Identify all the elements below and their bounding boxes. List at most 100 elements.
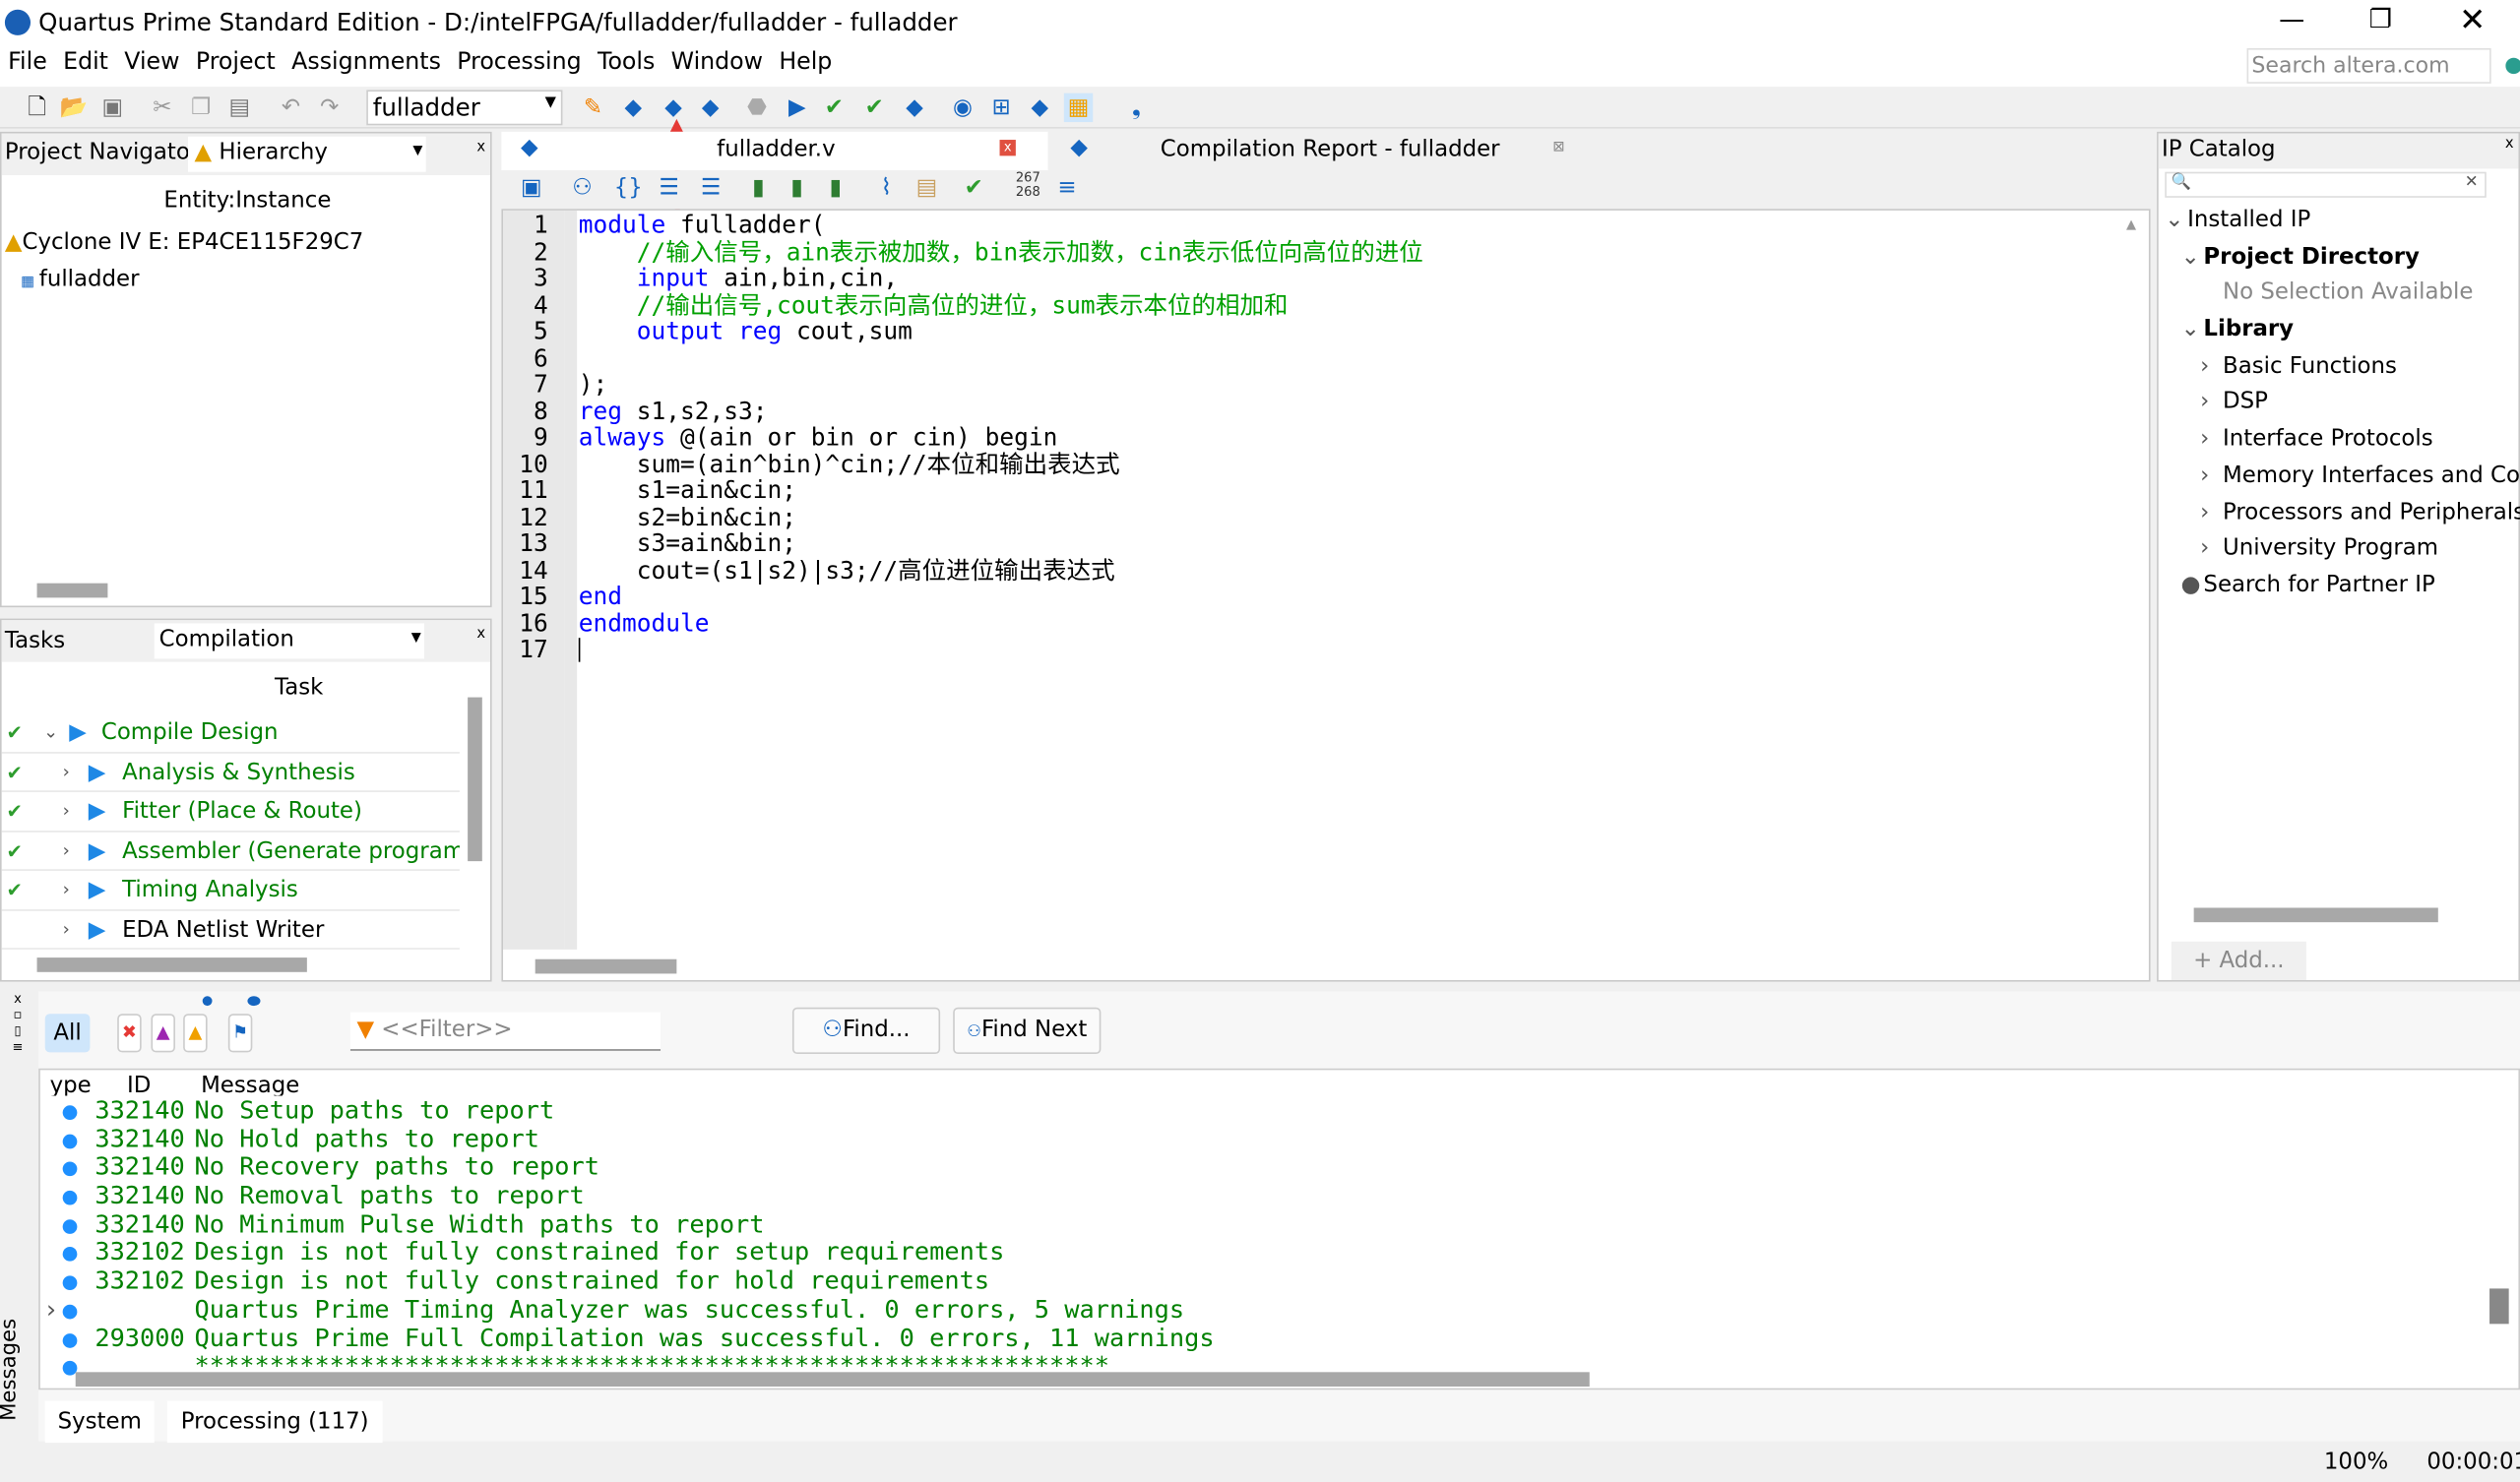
horizontal-scrollbar[interactable] <box>535 958 677 974</box>
prev-bookmark-icon[interactable]: ▮ <box>829 175 842 201</box>
chevron-down-icon[interactable]: ⌄ <box>2181 239 2204 276</box>
chevron-right-icon[interactable]: › <box>2200 530 2223 567</box>
next-bookmark-icon[interactable]: ▮ <box>790 175 803 201</box>
run-task-icon[interactable]: ▶ <box>89 871 106 910</box>
help-icon[interactable]: ❟ <box>1122 93 1151 122</box>
task-row[interactable]: ✔ › ▶ Assembler (Generate programming files… <box>1 832 460 871</box>
run-task-icon[interactable]: ▶ <box>89 832 106 871</box>
horizontal-scrollbar[interactable] <box>2193 907 2438 923</box>
ip-tree-item[interactable]: ● Search for Partner IP <box>2159 567 2520 603</box>
toggle-icon[interactable]: ▣ <box>521 175 542 201</box>
message-row[interactable]: 332102 Design is not fully constrained fo… <box>40 1266 2484 1296</box>
ip-tree-item[interactable]: › DSP <box>2159 385 2520 421</box>
menu-window[interactable]: Window <box>671 50 763 76</box>
add-ip-button[interactable]: + Add... <box>2171 941 2306 980</box>
ip-tree-item[interactable]: › Basic Functions <box>2159 348 2520 385</box>
chevron-right-icon[interactable]: › <box>2200 458 2223 494</box>
message-tab-processing[interactable]: Processing (117) <box>166 1400 383 1444</box>
task-row[interactable]: ✔ › ▶ Fitter (Place & Route) <box>1 792 460 832</box>
unindent-icon[interactable]: ☰ <box>701 175 722 201</box>
expand-icon[interactable]: › <box>43 1295 58 1325</box>
code-editor[interactable]: 1 2 3 4 5 6 7 8 9 10 11 12 13 14 15 16 17 module fulladd… <box>501 209 2151 982</box>
ip-tree-item[interactable]: ⌄ Project Directory <box>2159 239 2520 276</box>
rtl-viewer-icon[interactable]: ⊞ <box>986 93 1015 122</box>
list-icon[interactable]: ≡ <box>1057 175 1076 201</box>
attach-icon[interactable]: ⌇ <box>881 175 892 201</box>
close-icon[interactable]: x <box>2505 137 2514 153</box>
horizontal-scrollbar[interactable] <box>36 957 307 972</box>
template-icon[interactable]: ▤ <box>916 175 938 201</box>
line-numbers-icon[interactable]: 267 268 <box>1016 170 1040 199</box>
minimize-button[interactable]: — <box>2279 3 2304 33</box>
chevron-down-icon[interactable]: ⌄ <box>2165 203 2187 239</box>
indent-icon[interactable]: ☰ <box>659 175 679 201</box>
run-task-icon[interactable]: ▶ <box>89 910 106 950</box>
check-icon[interactable]: ✔ <box>965 175 983 201</box>
close-icon[interactable]: x <box>476 140 485 155</box>
chevron-right-icon[interactable]: › <box>2200 494 2223 530</box>
expand-icon[interactable]: › <box>63 753 70 792</box>
vertical-scrollbar[interactable] <box>468 697 482 862</box>
run-task-icon[interactable]: ▶ <box>89 792 106 832</box>
find-next-button[interactable]: ⚇Find Next <box>953 1007 1102 1055</box>
device-item[interactable]: ▲Cyclone IV E: EP4CE115F29C7 <box>5 229 363 255</box>
report-icon[interactable]: ◆ <box>900 93 928 122</box>
message-row[interactable]: 332140 No Removal paths to report <box>40 1182 2484 1211</box>
timing-analyzer-icon[interactable]: ◉ <box>948 93 976 122</box>
ip-tree-item[interactable]: › University Program <box>2159 530 2520 567</box>
start-timing-analysis-icon[interactable]: ✔ <box>820 93 849 122</box>
start-analysis-synthesis-icon[interactable]: ◆ <box>696 93 724 122</box>
filter-info-button[interactable]: ⚑ <box>227 1014 253 1053</box>
bookmark-icon[interactable]: ▮ <box>752 175 765 201</box>
vertical-scrollbar[interactable]: ▲ <box>2126 216 2146 940</box>
chevron-right-icon[interactable]: ● <box>2181 567 2204 603</box>
bracket-icon[interactable]: {} <box>614 175 643 201</box>
ip-tree-item[interactable]: › Processors and Peripherals <box>2159 494 2520 530</box>
maximize-button[interactable]: ❐ <box>2369 3 2392 33</box>
expand-icon[interactable]: › <box>63 832 70 871</box>
filter-critical-warnings-button[interactable]: ▲ <box>151 1014 175 1053</box>
task-row[interactable]: › ▶ EDA Netlist Writer <box>1 910 460 950</box>
cut-icon[interactable]: ✂ <box>148 93 176 122</box>
close-button[interactable]: ✕ <box>2459 0 2486 38</box>
start-assembler-icon[interactable]: ✔ <box>859 93 888 122</box>
start-compilation-icon[interactable]: ▶ <box>783 93 811 122</box>
search-input[interactable]: Search altera.com <box>2246 47 2491 84</box>
menu-help[interactable]: Help <box>779 50 832 76</box>
horizontal-scrollbar[interactable] <box>36 583 108 598</box>
edit-settings-icon[interactable]: ✎ <box>579 93 607 122</box>
find-icon[interactable]: ⚇ <box>572 175 593 201</box>
open-file-icon[interactable]: 📂 <box>59 93 88 122</box>
chevron-right-icon[interactable]: › <box>2200 348 2223 385</box>
message-row[interactable]: 332140 No Setup paths to report <box>40 1096 2484 1126</box>
expand-icon[interactable]: ⌄ <box>43 713 58 753</box>
tab-compilation-report[interactable]: ◆ Compilation Report - fulladder ⊠ <box>1054 132 1585 170</box>
filter-errors-button[interactable]: ✖ <box>117 1014 142 1053</box>
ip-tree-item[interactable]: No Selection Available <box>2159 276 2520 312</box>
expand-icon[interactable]: › <box>63 910 70 950</box>
ip-search-input[interactable]: 🔍 ✕ <box>2165 171 2487 198</box>
clear-icon[interactable]: ✕ <box>2465 173 2479 191</box>
menu-project[interactable]: Project <box>196 50 276 76</box>
expand-icon[interactable]: › <box>63 792 70 832</box>
new-file-icon[interactable]: 🗋 <box>23 93 51 122</box>
close-icon[interactable]: x <box>476 627 485 643</box>
stop-icon[interactable]: ⬣ <box>742 93 771 122</box>
start-analysis-icon[interactable]: ◆ <box>619 93 648 122</box>
message-row[interactable]: 332140 No Hold paths to report <box>40 1125 2484 1154</box>
vertical-scrollbar[interactable] <box>2489 1288 2509 1325</box>
ip-tree-item[interactable]: › Interface Protocols <box>2159 421 2520 458</box>
run-task-icon[interactable]: ▶ <box>89 753 106 792</box>
task-row[interactable]: ✔ › ▶ Timing Analysis <box>1 871 460 910</box>
entity-item[interactable]: ▦ fulladder <box>21 267 139 292</box>
message-row[interactable]: 332140 No Recovery paths to report <box>40 1153 2484 1183</box>
close-tab-icon[interactable]: ⊠ <box>1552 140 1564 155</box>
pin-planner-icon[interactable]: ◆ <box>1026 93 1054 122</box>
menu-file[interactable]: File <box>8 50 47 76</box>
menu-processing[interactable]: Processing <box>457 50 581 76</box>
message-filter-input[interactable]: ▼ <<Filter>> <box>349 1012 662 1051</box>
flow-select[interactable]: Compilation ▼ <box>154 623 425 659</box>
tab-fulladder-v[interactable]: ◆ fulladder.v x <box>501 131 1048 171</box>
copy-icon[interactable]: ❐ <box>186 93 215 122</box>
message-row[interactable]: 332140 No Minimum Pulse Width paths to re… <box>40 1209 2484 1240</box>
